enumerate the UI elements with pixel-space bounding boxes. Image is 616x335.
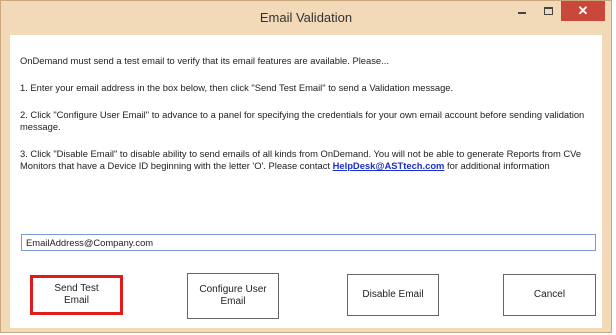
cancel-button[interactable]: Cancel <box>503 274 596 316</box>
configure-user-email-button[interactable]: Configure User Email <box>187 273 279 319</box>
maximize-icon <box>543 7 553 15</box>
disable-email-label: Disable Email <box>362 289 424 300</box>
step-3-text: 3. Click "Disable Email" to disable abil… <box>20 148 595 172</box>
helpdesk-email-link[interactable]: HelpDesk@ASTtech.com <box>333 160 445 171</box>
send-test-email-button[interactable]: Send Test Email <box>30 275 123 315</box>
minimize-icon <box>518 12 526 14</box>
dialog-content: OnDemand must send a test email to verif… <box>10 35 602 328</box>
disable-email-button[interactable]: Disable Email <box>347 274 439 316</box>
window-controls: ✕ <box>509 1 605 23</box>
close-icon: ✕ <box>577 3 589 18</box>
send-test-email-label: Send Test Email <box>54 283 99 306</box>
step-1-text: 1. Enter your email address in the box b… <box>20 82 454 93</box>
configure-user-email-label: Configure User Email <box>199 284 267 307</box>
minimize-button[interactable] <box>509 1 535 21</box>
intro-text: OnDemand must send a test email to verif… <box>20 55 389 66</box>
cancel-label: Cancel <box>533 289 566 300</box>
close-button[interactable]: ✕ <box>561 1 605 21</box>
title-bar[interactable]: Email Validation ✕ <box>1 1 611 35</box>
email-address-input[interactable] <box>21 234 596 251</box>
step-2-text: 2. Click "Configure User Email" to advan… <box>20 109 585 132</box>
step-3-text-end: for additional information <box>444 160 550 171</box>
email-validation-window: Email Validation ✕ OnDemand must send a … <box>0 0 612 333</box>
maximize-button[interactable] <box>535 1 561 21</box>
